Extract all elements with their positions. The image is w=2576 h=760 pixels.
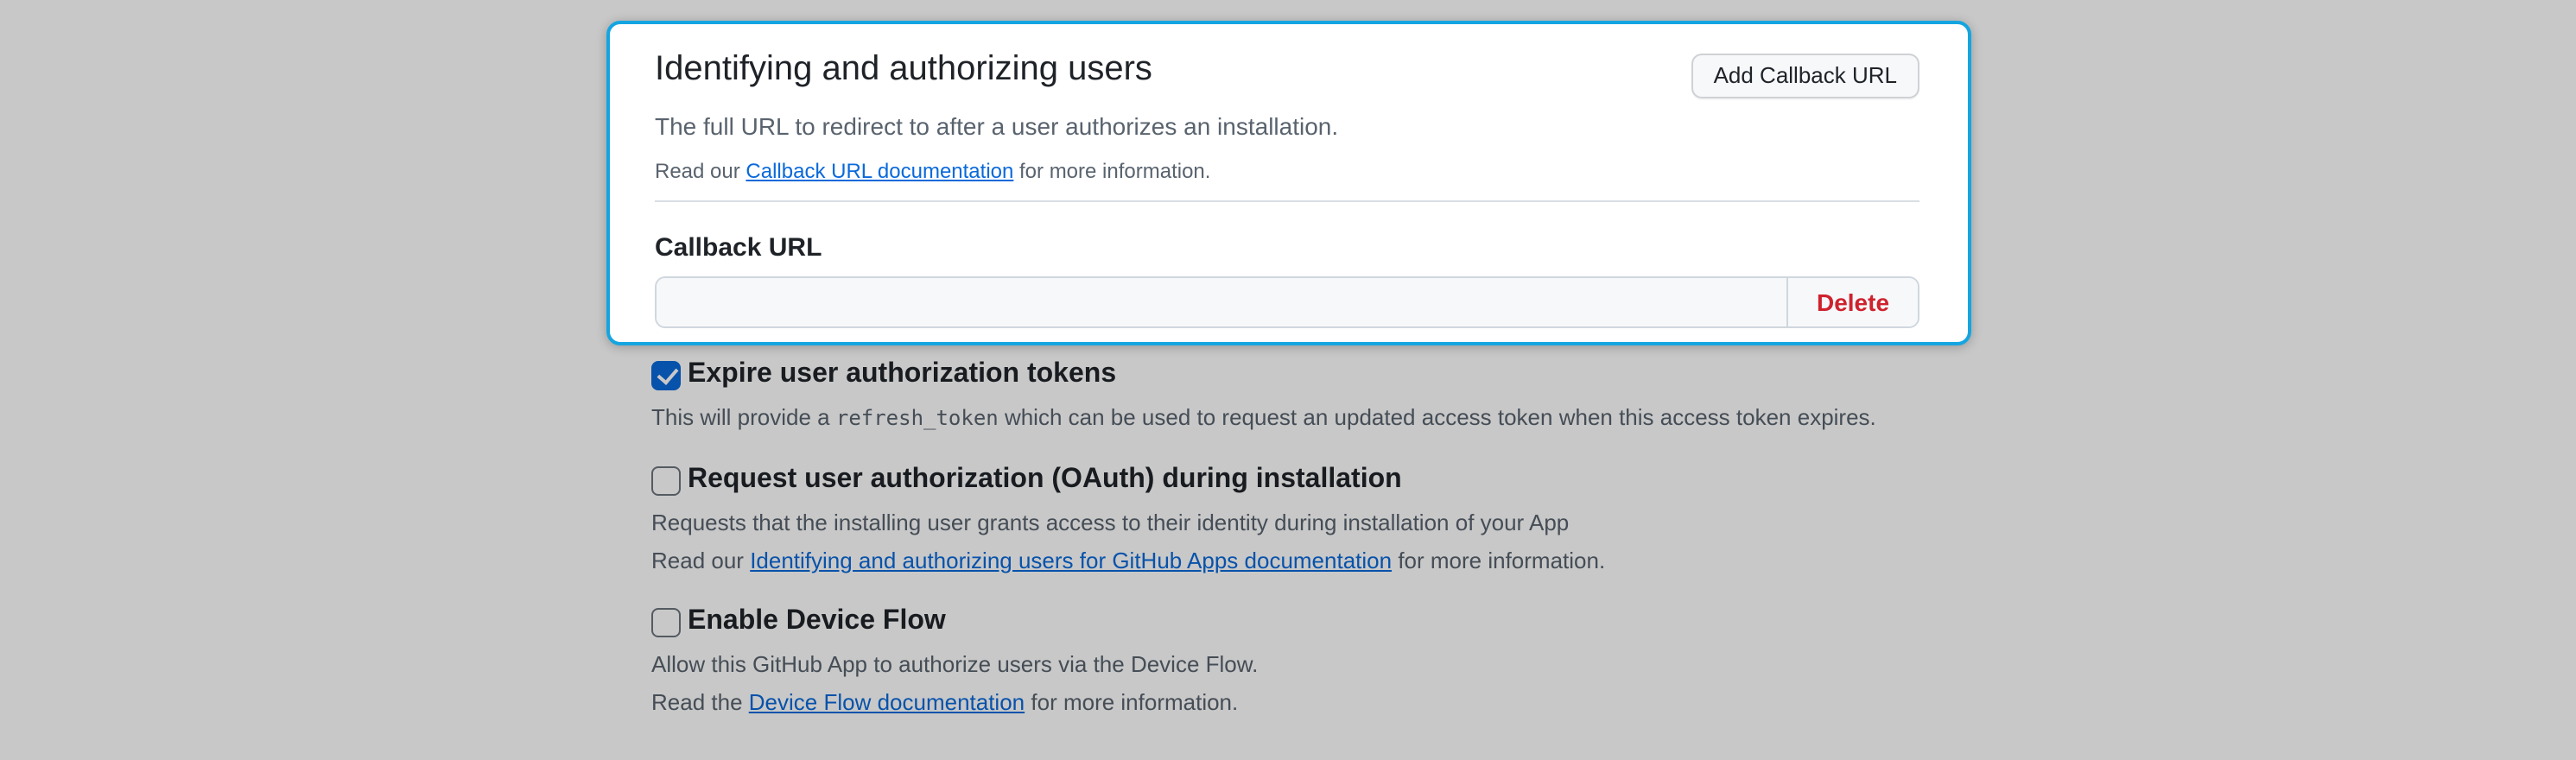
refresh-token-code: refresh_token xyxy=(836,406,999,430)
expire-tokens-checkbox[interactable] xyxy=(651,360,681,390)
device-flow-docs-link[interactable]: Device Flow documentation xyxy=(749,689,1025,715)
request-oauth-row[interactable]: Request user authorization (OAuth) durin… xyxy=(651,459,2560,501)
device-flow-doc-note: Read the Device Flow documentation for m… xyxy=(651,686,2560,719)
add-callback-url-button[interactable]: Add Callback URL xyxy=(1691,54,1919,98)
device-flow-checkbox[interactable] xyxy=(651,607,681,636)
request-oauth-checkbox[interactable] xyxy=(651,466,681,495)
expire-tokens-row[interactable]: Expire user authorization tokens xyxy=(651,354,2560,396)
card-title: Identifying and authorizing users xyxy=(655,45,1671,93)
github-app-settings-page: Expire user authorization tokens This wi… xyxy=(0,0,2576,760)
request-oauth-description: Requests that the installing user grants… xyxy=(651,506,2560,539)
option-expire-tokens: Expire user authorization tokens This wi… xyxy=(651,354,2560,435)
callback-url-docs-link[interactable]: Callback URL documentation xyxy=(746,159,1013,183)
expire-tokens-label[interactable]: Expire user authorization tokens xyxy=(688,354,1116,396)
callback-url-input[interactable] xyxy=(657,278,1788,326)
authorization-options-section: Expire user authorization tokens This wi… xyxy=(651,354,2560,743)
card-description: The full URL to redirect to after a user… xyxy=(655,109,1919,145)
option-request-oauth: Request user authorization (OAuth) durin… xyxy=(651,459,2560,577)
delete-callback-url-button[interactable]: Delete xyxy=(1788,278,1918,326)
request-oauth-doc-note: Read our Identifying and authorizing use… xyxy=(651,544,2560,577)
callback-url-input-group: Delete xyxy=(655,276,1919,328)
option-device-flow: Enable Device Flow Allow this GitHub App… xyxy=(651,601,2560,719)
card-header: Identifying and authorizing users Add Ca… xyxy=(655,45,1919,98)
divider xyxy=(655,200,1919,202)
checkmark-icon xyxy=(657,362,679,384)
device-flow-description: Allow this GitHub App to authorize users… xyxy=(651,648,2560,681)
device-flow-row[interactable]: Enable Device Flow xyxy=(651,601,2560,643)
callback-url-doc-note: Read our Callback URL documentation for … xyxy=(655,155,1919,187)
request-oauth-label[interactable]: Request user authorization (OAuth) durin… xyxy=(688,459,1402,501)
expire-tokens-description: This will provide a refresh_token which … xyxy=(651,401,2560,435)
device-flow-label[interactable]: Enable Device Flow xyxy=(688,601,946,643)
callback-url-field-label: Callback URL xyxy=(655,230,1919,268)
identifying-authorizing-users-docs-link[interactable]: Identifying and authorizing users for Gi… xyxy=(750,548,1392,573)
identifying-authorizing-users-card: Identifying and authorizing users Add Ca… xyxy=(606,21,1971,345)
